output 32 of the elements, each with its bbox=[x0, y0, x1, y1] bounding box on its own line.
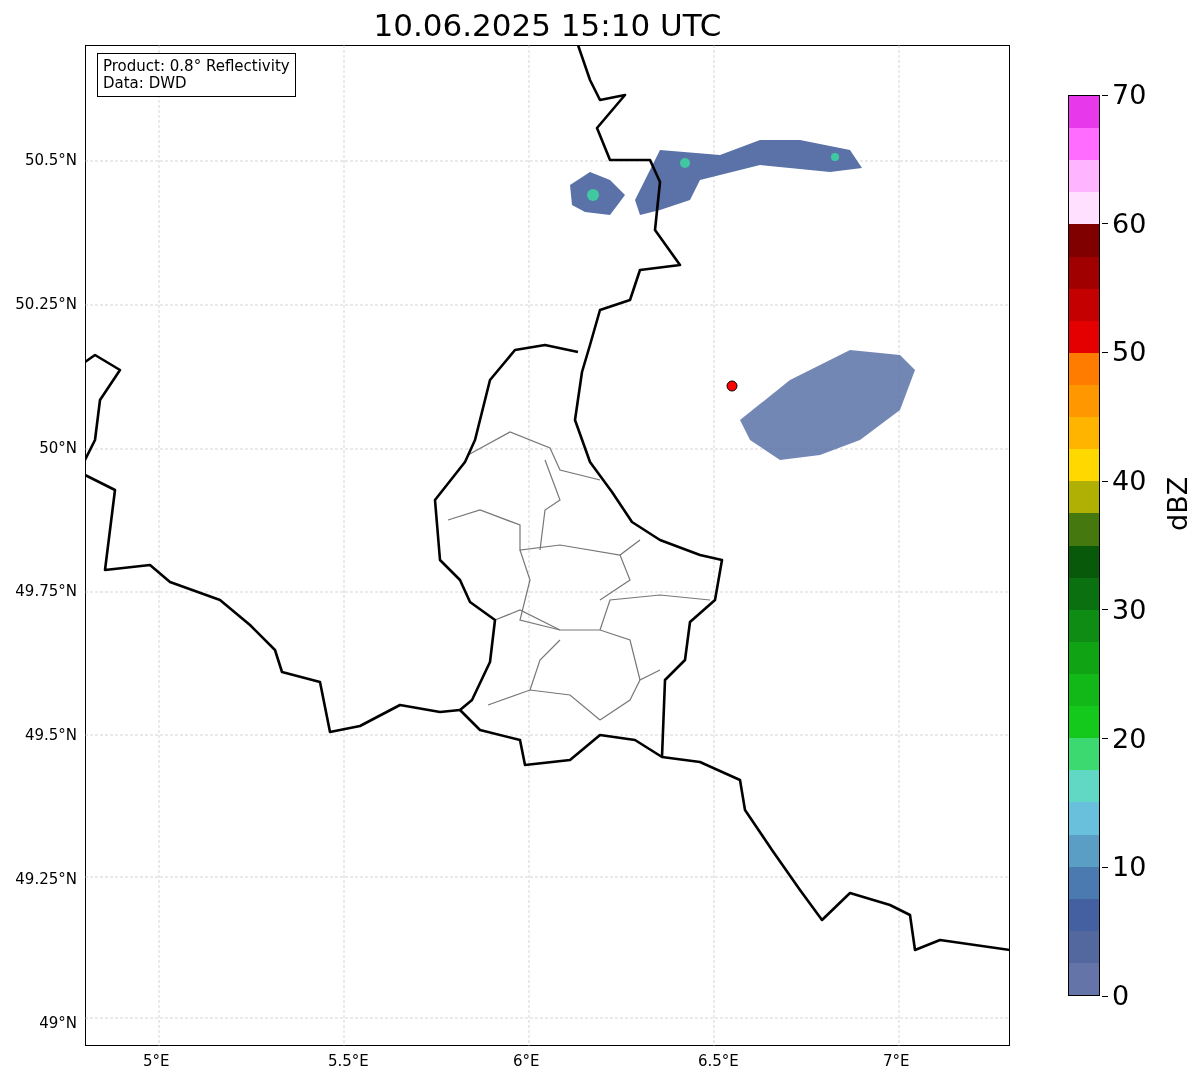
latitude-label: 50°N bbox=[39, 438, 77, 457]
latitude-label: 50.5°N bbox=[24, 151, 77, 169]
legend-text: Data: DWD bbox=[103, 75, 188, 92]
latitude-label: 50.25°N bbox=[15, 294, 77, 313]
colorbar-label: dBZ bbox=[1162, 476, 1193, 531]
tick-mark bbox=[1102, 738, 1108, 740]
colorbar-tick-label: 40 bbox=[1112, 466, 1147, 497]
colorbar-tick-label: 10 bbox=[1112, 852, 1147, 883]
tick-mark bbox=[1102, 94, 1108, 96]
tick-mark bbox=[1102, 995, 1108, 997]
legend-text: Product: 0.8° Reflectivity bbox=[103, 58, 290, 75]
colorbar-tick-label: 0 bbox=[1112, 981, 1130, 1011]
latitude-label: 49°N bbox=[39, 1013, 77, 1032]
longitude-label: 7°E bbox=[883, 1052, 910, 1070]
colorbar-tick-label: 20 bbox=[1112, 723, 1147, 754]
latitude-label: 49.25°N bbox=[15, 870, 77, 888]
latitude-label: 49.5°N bbox=[24, 726, 77, 745]
tick-mark bbox=[1102, 866, 1108, 868]
colorbar-tick-label: 60 bbox=[1112, 208, 1147, 239]
tick-mark bbox=[1102, 223, 1108, 225]
tick-mark bbox=[1102, 351, 1108, 353]
longitude-label: 5°E bbox=[143, 1052, 170, 1070]
chart-title: 10.06.2025 15:10 UTC bbox=[373, 6, 722, 45]
longitude-label: 6°E bbox=[513, 1052, 540, 1070]
colorbar-tick-label: 70 bbox=[1112, 80, 1147, 110]
latitude-label: 49.75°N bbox=[15, 582, 77, 601]
longitude-label: 5.5°E bbox=[328, 1052, 369, 1070]
tick-mark bbox=[1102, 609, 1108, 611]
colorbar-tick-label: 30 bbox=[1112, 594, 1147, 625]
colorbar-tick-label: 50 bbox=[1112, 337, 1147, 368]
longitude-label: 6.5°E bbox=[698, 1052, 739, 1070]
tick-mark bbox=[1102, 480, 1108, 482]
